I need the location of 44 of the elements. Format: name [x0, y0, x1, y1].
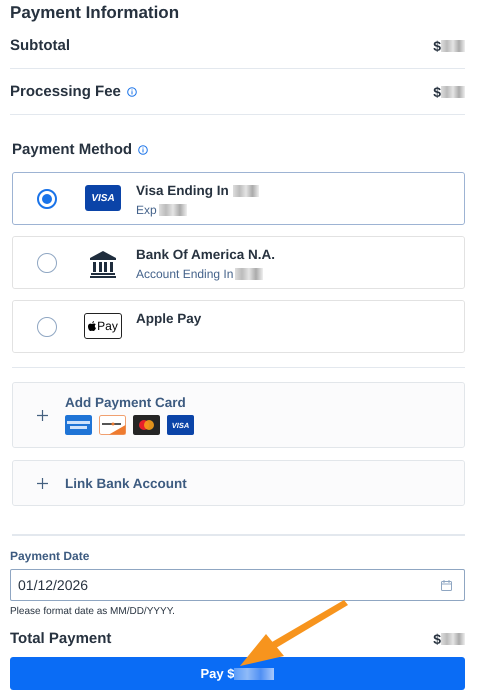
plus-icon: [37, 478, 48, 488]
redacted-value: [158, 204, 187, 216]
redacted-value: [234, 668, 274, 680]
currency-sign: $: [433, 630, 441, 646]
pay-button[interactable]: Pay $: [10, 657, 465, 690]
option-label: Add Payment Card: [65, 395, 187, 410]
option-label: Link Bank Account: [65, 476, 187, 490]
amex-logo: [65, 415, 92, 435]
payment-option[interactable]: Bank Of America N.A. Account Ending In: [12, 236, 465, 289]
radio-button[interactable]: [37, 253, 57, 273]
payment-option[interactable]: Pay Apple Pay: [12, 300, 465, 353]
info-icon[interactable]: [126, 86, 137, 96]
add-option[interactable]: Link Bank Account: [12, 460, 465, 506]
section-title: Payment Information: [10, 3, 180, 23]
row-label: Subtotal: [10, 37, 70, 54]
bank-icon: [88, 249, 118, 279]
date-field[interactable]: 01/12/2026: [10, 569, 465, 601]
redacted-value: [441, 40, 465, 52]
option-name: Apple Pay: [136, 311, 202, 326]
currency-sign: $: [433, 38, 441, 54]
visa-logo: VISA: [85, 185, 121, 211]
currency-sign: $: [433, 84, 441, 100]
radio-button[interactable]: [37, 189, 57, 209]
payment-option[interactable]: VISA Visa Ending In Exp: [12, 172, 465, 225]
calendar-icon[interactable]: [441, 580, 452, 590]
total-label: Total Payment: [10, 630, 112, 647]
apple-pay-logo: Pay: [84, 313, 122, 339]
redacted-value: [441, 632, 465, 644]
hint-text: Please format date as MM/DD/YYYY.: [10, 606, 176, 617]
option-name: Visa Ending In: [136, 183, 229, 198]
option-detail: Account Ending In: [136, 267, 234, 281]
row-label: Processing Fee: [10, 83, 121, 100]
redacted-value: [232, 184, 259, 196]
discover-logo: [99, 415, 126, 435]
option-detail: Exp: [136, 203, 157, 217]
redacted-value: [441, 86, 465, 98]
option-name: Bank Of America N.A.: [136, 247, 276, 262]
plus-icon: [37, 410, 48, 420]
mastercard-logo: [133, 415, 160, 435]
redacted-value: [235, 268, 264, 280]
radio-button[interactable]: [37, 317, 57, 337]
info-icon[interactable]: [138, 144, 148, 154]
field-label: Payment Date: [10, 549, 90, 563]
section-title: Payment Method: [12, 141, 132, 158]
